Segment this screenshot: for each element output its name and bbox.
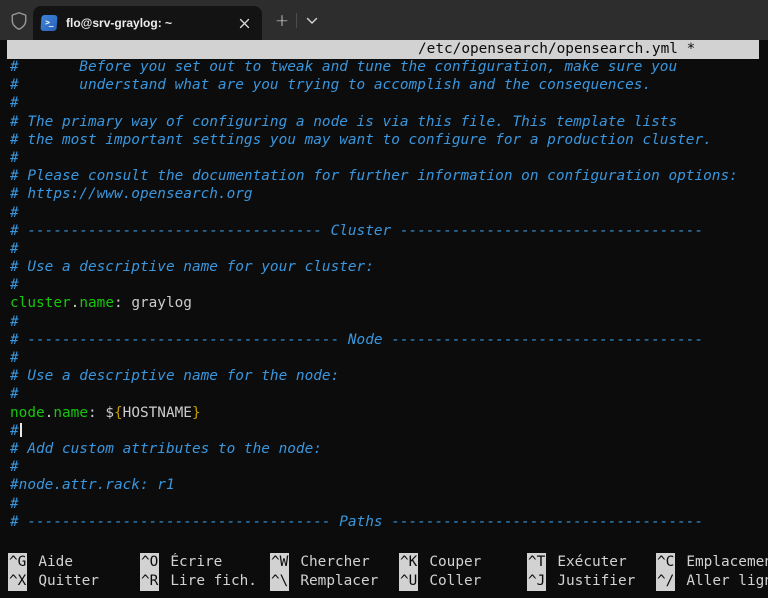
close-icon [239, 18, 250, 29]
editor-line: # [10, 94, 768, 112]
shortcut-label: Emplacemen [686, 554, 768, 570]
editor-line: # understand what are you trying to acco… [10, 76, 768, 94]
shortcut-label: Exécuter [557, 554, 626, 570]
shortcut-label: Aller lign [686, 573, 768, 589]
editor-line: cluster.name: graylog [10, 294, 768, 312]
shortcut-lire-fich: ^R Lire fich. [140, 572, 270, 591]
shortcut-bar: ^G Aide ^O Écrire ^W Chercher ^K Couper ^T Exécut… [8, 553, 768, 594]
editor-line: # [10, 240, 768, 258]
nano-titlebar: GNU nano 7.2 /etc/opensearch/opensearch.… [7, 40, 759, 59]
shortcut-key: ^\ [270, 572, 289, 591]
editor-content[interactable]: # Before you set out to tweak and tune t… [10, 58, 768, 531]
shortcut-couper: ^K Couper [399, 553, 527, 572]
shortcut-label: Lire fich. [170, 573, 257, 589]
shortcut-justifier: ^J Justifier [527, 572, 656, 591]
terminal-tab[interactable]: >_ flo@srv-graylog: ~ [33, 6, 262, 40]
admin-shield-icon [10, 11, 28, 31]
editor-line: # ---------------------------------- Clu… [10, 222, 768, 240]
shortcut-aller-lign: ^/ Aller lign [656, 572, 768, 591]
editor-line: #node.attr.rack: r1 [10, 476, 768, 494]
shortcut-label: Couper [429, 554, 481, 570]
shortcut-remplacer: ^\ Remplacer [270, 572, 399, 591]
editor-line: # [10, 149, 768, 167]
shortcut-emplacemen: ^C Emplacemen [656, 553, 768, 572]
editor-line: # ------------------------------------ N… [10, 331, 768, 349]
shortcut-label: Remplacer [300, 573, 378, 589]
editor-line: # [10, 313, 768, 331]
editor-line: # Use a descriptive name for your cluste… [10, 258, 768, 276]
editor-line: node.name: ${HOSTNAME} [10, 404, 768, 422]
editor-line: # Please consult the documentation for f… [10, 167, 768, 185]
shortcut-label: Écrire [170, 554, 222, 570]
shortcut-executer: ^T Exécuter [527, 553, 656, 572]
shortcut-label: Chercher [300, 554, 369, 570]
editor-line: # [10, 458, 768, 476]
shortcut-key: ^/ [656, 572, 675, 591]
tab-close-button[interactable] [236, 15, 252, 31]
shortcut-ecrire: ^O Écrire [140, 553, 270, 572]
editor-line: # [10, 204, 768, 222]
new-tab-button[interactable]: + [270, 10, 294, 32]
shortcut-quitter: ^X Quitter [8, 572, 140, 591]
chevron-down-icon [306, 17, 318, 25]
editor-line: # Before you set out to tweak and tune t… [10, 58, 768, 76]
shortcut-label: Justifier [557, 573, 635, 589]
editor-line: # [10, 495, 768, 513]
editor-line: # [10, 422, 768, 440]
shortcut-chercher: ^W Chercher [270, 553, 399, 572]
shortcut-key: ^X [8, 572, 27, 591]
shortcut-key: ^O [140, 553, 159, 572]
shortcut-label: Coller [429, 573, 481, 589]
shortcut-key: ^W [270, 553, 289, 572]
shortcut-key: ^C [656, 553, 675, 572]
tab-dropdown-button[interactable] [300, 10, 324, 32]
nano-file-path: /etc/opensearch/opensearch.yml * [418, 40, 695, 59]
powershell-icon: >_ [40, 15, 57, 31]
shortcut-key: ^G [8, 553, 27, 572]
shortcut-key: ^U [399, 572, 418, 591]
shortcut-key: ^K [399, 553, 418, 572]
editor-line: # https://www.opensearch.org [10, 185, 768, 203]
editor-line: # [10, 276, 768, 294]
text-cursor [20, 423, 22, 437]
editor-line: # Use a descriptive name for the node: [10, 367, 768, 385]
editor-line: # The primary way of configuring a node … [10, 113, 768, 131]
titlebar[interactable]: >_ flo@srv-graylog: ~ + [0, 0, 768, 40]
editor-line: # [10, 349, 768, 367]
editor-line: # ----------------------------------- Pa… [10, 513, 768, 531]
shortcut-aide: ^G Aide [8, 553, 140, 572]
tab-title: flo@srv-graylog: ~ [66, 16, 236, 30]
shortcut-key: ^R [140, 572, 159, 591]
shortcut-label: Quitter [38, 573, 99, 589]
shortcut-label: Aide [38, 554, 73, 570]
editor-line: # the most important settings you may wa… [10, 131, 768, 149]
shortcut-coller: ^U Coller [399, 572, 527, 591]
editor-line: # Add custom attributes to the node: [10, 440, 768, 458]
shortcut-key: ^T [527, 553, 546, 572]
editor-line: # [10, 385, 768, 403]
shortcut-key: ^J [527, 572, 546, 591]
tabbar-divider [296, 13, 297, 28]
